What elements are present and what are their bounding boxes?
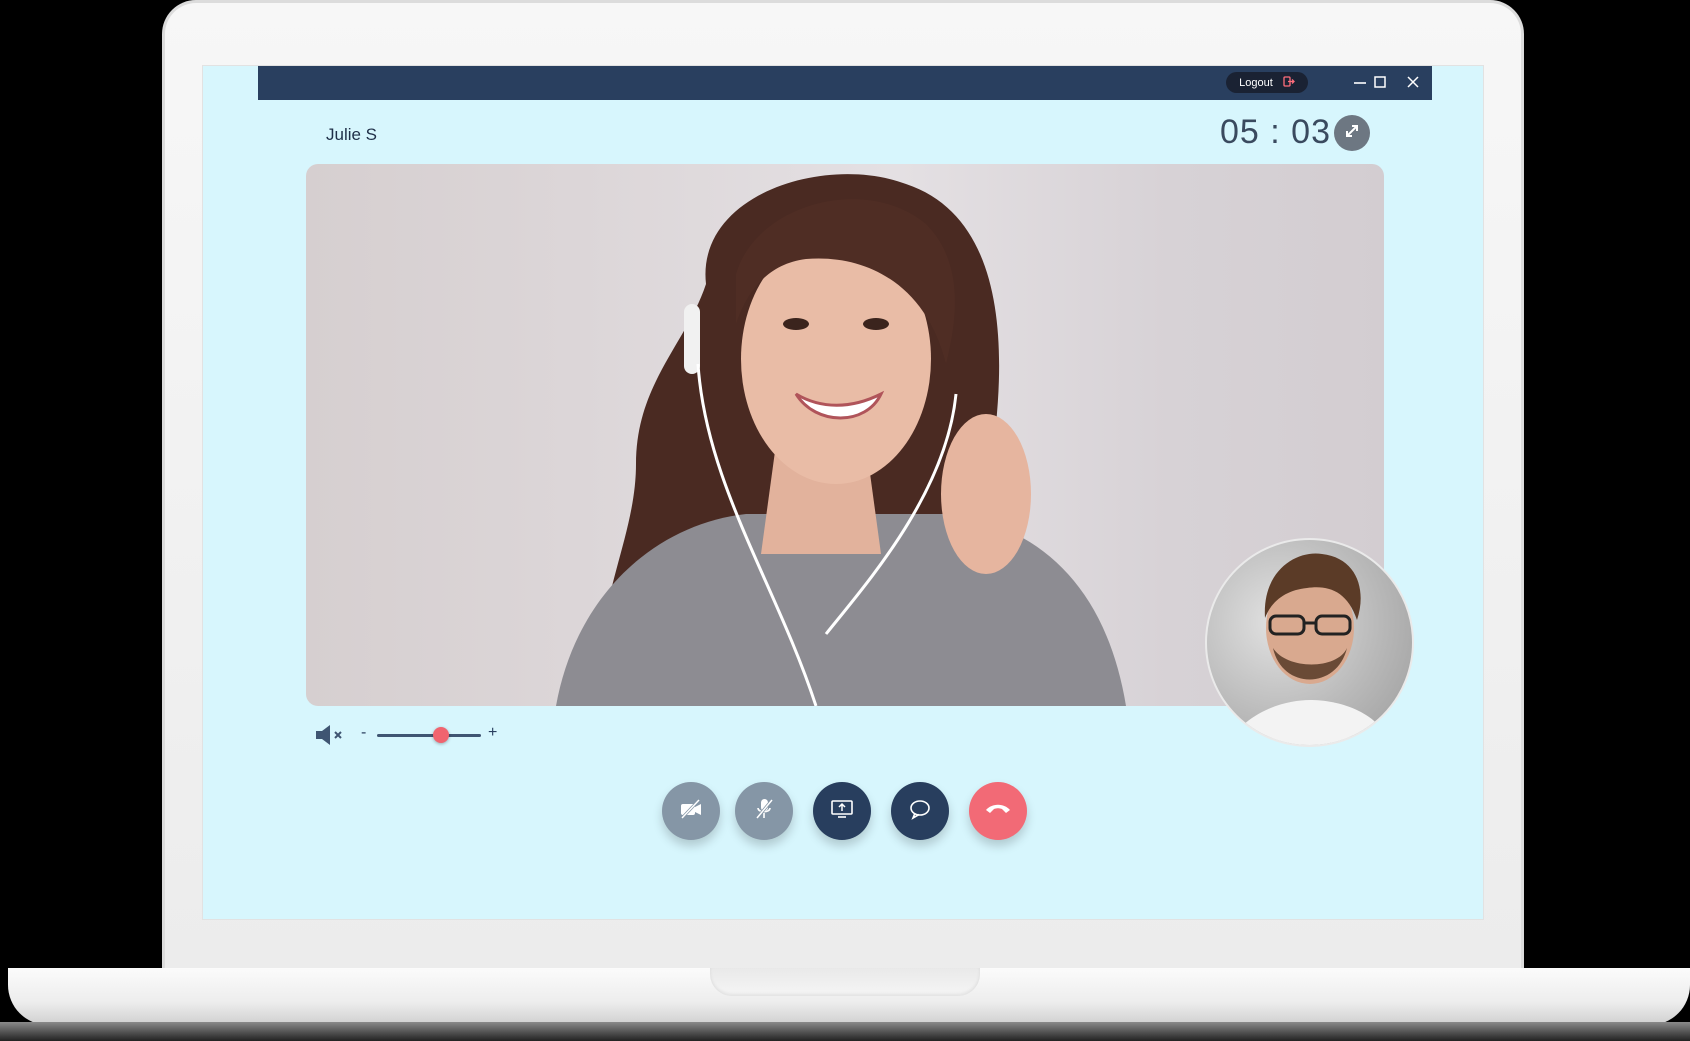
chat-button[interactable] xyxy=(891,782,949,840)
screen-share-button[interactable] xyxy=(813,782,871,840)
logout-icon xyxy=(1283,75,1295,90)
close-icon[interactable] xyxy=(1402,71,1424,93)
volume-up-button[interactable]: + xyxy=(488,724,497,742)
self-video xyxy=(1205,538,1414,747)
call-timer: 05 : 03 xyxy=(1220,113,1331,151)
laptop-shadow xyxy=(0,1022,1690,1041)
collapse-icon xyxy=(1343,122,1361,145)
mic-off-button[interactable] xyxy=(735,782,793,840)
speaker-muted-icon[interactable] xyxy=(314,722,348,748)
logout-label: Logout xyxy=(1239,76,1273,89)
volume-slider-track[interactable] xyxy=(377,734,481,737)
screen-share-icon xyxy=(830,798,854,825)
maximize-icon[interactable] xyxy=(1369,71,1391,93)
caller-name: Julie S xyxy=(326,125,378,144)
local-participant-image xyxy=(1227,553,1392,745)
video-off-icon xyxy=(678,798,704,825)
end-call-button[interactable] xyxy=(969,782,1027,840)
logout-button[interactable]: Logout xyxy=(1226,72,1308,93)
mic-off-icon xyxy=(753,797,775,826)
chat-icon xyxy=(908,798,932,825)
hang-up-icon xyxy=(984,801,1012,822)
collapse-button[interactable] xyxy=(1334,115,1370,151)
volume-down-button[interactable]: - xyxy=(361,724,366,742)
video-off-button[interactable] xyxy=(662,782,720,840)
minimize-icon[interactable] xyxy=(1349,71,1371,93)
laptop-notch xyxy=(710,968,980,996)
